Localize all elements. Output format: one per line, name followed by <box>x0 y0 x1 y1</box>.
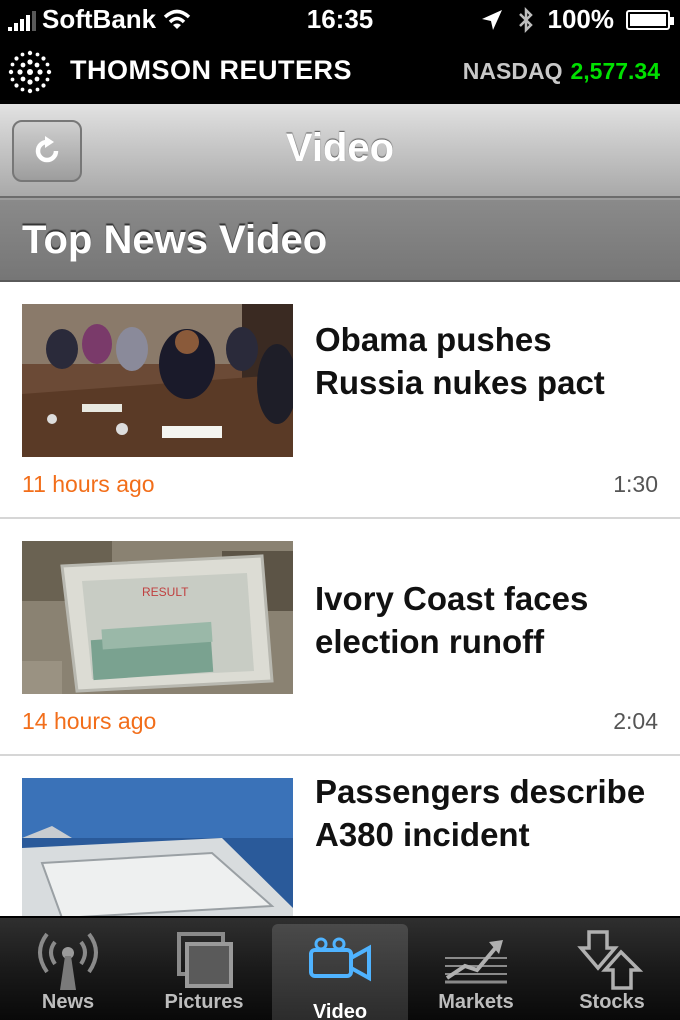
video-duration: 2:04 <box>613 708 658 734</box>
svg-text:RESULT: RESULT <box>142 585 189 599</box>
battery-icon <box>626 9 674 30</box>
ticker-value: 2,577.34 <box>570 58 660 84</box>
tab-bar: News Pictures Video Markets Stocks <box>0 916 680 1020</box>
stocks-arrows-icon <box>577 930 644 990</box>
navigation-bar: Video <box>0 104 680 198</box>
tab-label: Pictures <box>164 991 244 1013</box>
section-header: Top News Video <box>0 198 680 282</box>
video-list-item[interactable]: Passengers describe A380 incident <box>0 756 680 916</box>
video-list-item[interactable]: RESULT Ivory Coast faces election runoff… <box>0 519 680 756</box>
video-thumbnail: RESULT <box>22 541 293 694</box>
status-bar: SoftBank 16:35 100% <box>0 0 680 40</box>
tab-label: Video <box>312 1001 368 1020</box>
markets-chart-icon <box>445 940 507 984</box>
page-title: Video <box>285 126 395 170</box>
tab-video[interactable]: Video <box>272 924 408 1020</box>
video-list-item[interactable]: Obama pushes Russia nukes pact 11 hours … <box>0 282 680 519</box>
video-time-ago: 14 hours ago <box>22 708 157 734</box>
tab-pictures[interactable]: Pictures <box>136 918 272 1020</box>
video-headline: Passengers describe A380 incident <box>315 773 646 853</box>
section-title: Top News Video <box>22 218 328 262</box>
tab-stocks[interactable]: Stocks <box>544 918 680 1020</box>
ticker-label: NASDAQ <box>462 58 563 84</box>
video-thumbnail <box>22 304 293 457</box>
bluetooth-icon <box>518 6 533 33</box>
nasdaq-ticker[interactable]: NASDAQ 2,577.34 <box>463 58 660 85</box>
brand-name: THOMSON REUTERS <box>70 55 353 85</box>
battery-percent: 100% <box>547 4 615 34</box>
tab-label: News <box>41 991 95 1013</box>
reuters-logo-icon <box>8 50 52 94</box>
video-camera-icon <box>309 937 371 982</box>
video-headline: Obama pushes Russia nukes pact <box>315 321 605 401</box>
video-thumbnail <box>22 778 293 916</box>
pictures-icon <box>177 932 233 988</box>
tab-label: Markets <box>438 991 514 1013</box>
broadcast-icon <box>38 932 98 990</box>
video-duration: 1:30 <box>613 471 658 497</box>
video-headline: Ivory Coast faces election runoff <box>315 580 589 660</box>
tab-label: Stocks <box>579 991 645 1013</box>
brand-bar: THOMSON REUTERS NASDAQ 2,577.34 <box>0 40 680 104</box>
tab-news[interactable]: News <box>0 918 136 1020</box>
location-arrow-icon <box>481 9 502 30</box>
video-time-ago: 11 hours ago <box>22 471 155 497</box>
tab-markets[interactable]: Markets <box>408 918 544 1020</box>
video-list: Obama pushes Russia nukes pact 11 hours … <box>0 282 680 916</box>
